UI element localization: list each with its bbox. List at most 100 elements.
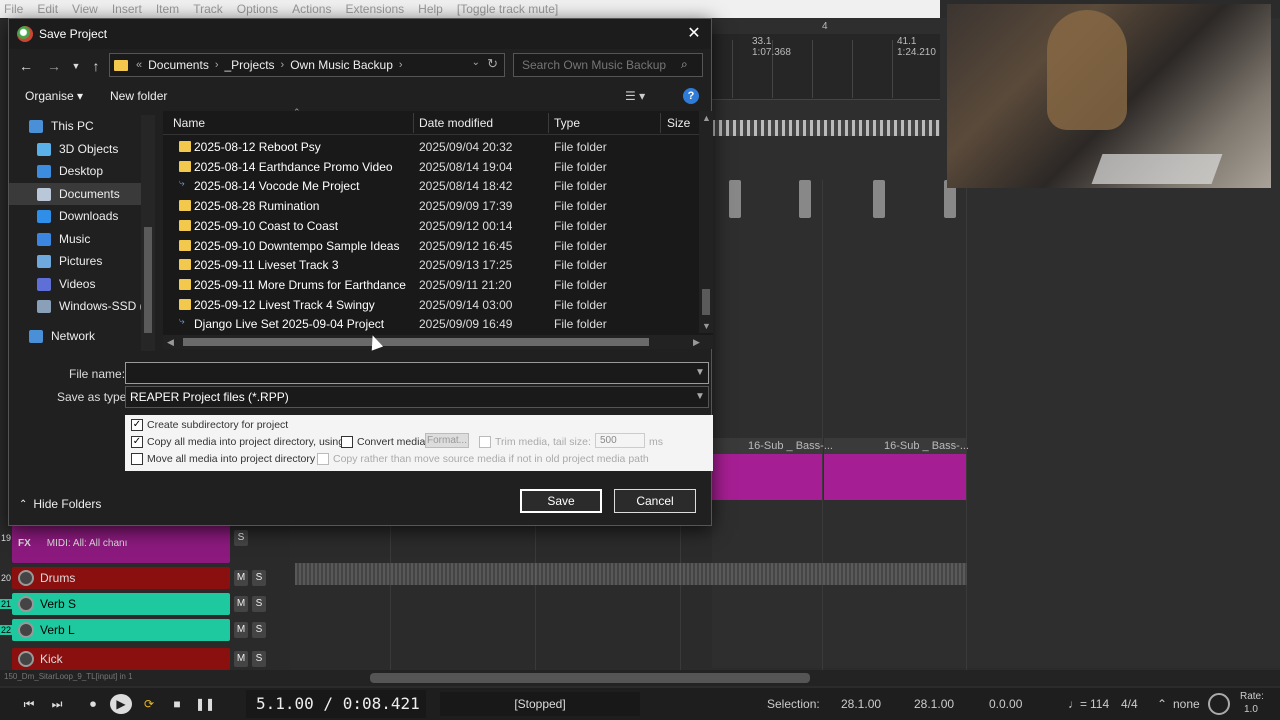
address-bar[interactable]: « Documents › _Projects › Own Music Back… xyxy=(109,53,505,77)
search-input[interactable] xyxy=(513,53,703,77)
play-icon[interactable]: ▶ xyxy=(110,694,132,714)
mute-button[interactable]: M xyxy=(234,651,248,667)
cancel-button[interactable]: Cancel xyxy=(614,489,696,513)
nav-item-network[interactable]: Network xyxy=(9,325,147,347)
forward-arrow-icon[interactable]: → xyxy=(45,57,63,75)
snap-setting[interactable]: none xyxy=(1173,697,1200,711)
menu-item[interactable]: Track xyxy=(193,2,223,16)
menu-item[interactable]: Edit xyxy=(37,2,58,16)
checkbox-checked[interactable]: ✓ xyxy=(131,419,143,431)
timecode-display[interactable]: 5.1.00 / 0:08.421 xyxy=(246,690,426,718)
dialog-titlebar[interactable]: Save Project ✕ xyxy=(9,19,711,49)
help-icon[interactable]: ? xyxy=(683,88,699,104)
copy-media-option[interactable]: ✓ Copy all media into project directory, … xyxy=(131,436,347,448)
file-row[interactable]: 2025-09-10 Coast to Coast 2025/09/12 00:1… xyxy=(163,216,699,236)
save-type-dropdown-icon[interactable]: ▼ xyxy=(695,391,705,402)
menu-item[interactable]: Insert xyxy=(112,2,142,16)
track-verb-s[interactable]: 21 Verb S M S xyxy=(0,592,290,616)
nav-item-videos[interactable]: Videos xyxy=(9,273,147,295)
record-arm-icon[interactable] xyxy=(18,622,34,638)
create-subdir-option[interactable]: ✓ Create subdirectory for project xyxy=(131,419,288,431)
file-row[interactable]: 2025-08-14 Earthdance Promo Video 2025/08… xyxy=(163,157,699,177)
file-name-dropdown-icon[interactable]: ▼ xyxy=(695,367,705,378)
snap-icon[interactable]: ⌃ xyxy=(1157,697,1167,711)
column-size[interactable]: Size xyxy=(667,116,690,130)
file-row[interactable]: ⤷ Django Live Set 2025-09-04 Project 2025/… xyxy=(163,314,699,334)
column-name[interactable]: Name xyxy=(173,116,205,130)
track-verb-l[interactable]: 22 Verb L M S xyxy=(0,618,290,642)
media-item[interactable] xyxy=(799,180,811,218)
pause-icon[interactable]: ❚❚ xyxy=(194,694,216,714)
menu-item[interactable]: Extensions xyxy=(345,2,404,16)
address-dropdown-icon[interactable]: ⌄ xyxy=(472,57,480,68)
midi-input-select[interactable]: MIDI: All: All chanı xyxy=(47,538,128,549)
file-row[interactable]: ⤷ 2025-08-14 Vocode Me Project 2025/08/14 … xyxy=(163,176,699,196)
menu-item[interactable]: Item xyxy=(156,2,179,16)
go-to-end-icon[interactable]: ⏭ xyxy=(46,694,68,714)
mute-button[interactable]: M xyxy=(234,570,248,586)
column-type[interactable]: Type xyxy=(554,116,580,130)
checkbox-checked[interactable]: ✓ xyxy=(131,436,143,448)
track-kick[interactable]: Kick M S xyxy=(0,647,290,671)
solo-button[interactable]: S xyxy=(252,596,266,612)
menu-item[interactable]: [Toggle track mute] xyxy=(457,2,558,16)
menu-item[interactable]: Actions xyxy=(292,2,331,16)
nav-scrollbar[interactable] xyxy=(141,115,155,351)
save-button[interactable]: Save xyxy=(520,489,602,513)
file-row[interactable]: 2025-09-10 Downtempo Sample Ideas 2025/09… xyxy=(163,236,699,256)
stop-icon[interactable]: ■ xyxy=(166,694,188,714)
solo-button[interactable]: S xyxy=(252,651,266,667)
record-arm-icon[interactable] xyxy=(18,651,34,667)
refresh-icon[interactable]: ↻ xyxy=(487,56,498,72)
overflow-icon[interactable]: « xyxy=(136,59,142,71)
column-date-modified[interactable]: Date modified xyxy=(419,116,493,130)
record-arm-icon[interactable] xyxy=(18,570,34,586)
selection-end[interactable]: 28.1.00 xyxy=(914,697,954,711)
hide-folders-button[interactable]: ⌃ Hide Folders xyxy=(19,497,101,511)
solo-button[interactable]: S xyxy=(234,530,248,546)
file-row[interactable]: 2025-09-11 More Drums for Earthdance 2025… xyxy=(163,275,699,295)
file-row[interactable]: 2025-09-11 Liveset Track 3 2025/09/13 17:… xyxy=(163,255,699,275)
file-name-input[interactable] xyxy=(125,362,709,384)
solo-button[interactable]: S xyxy=(252,622,266,638)
fx-button[interactable]: FX xyxy=(18,538,31,549)
convert-media-option[interactable]: Convert media xyxy=(341,436,425,448)
rate-knob-icon[interactable] xyxy=(1208,693,1230,715)
search-icon[interactable]: ⌕ xyxy=(681,57,688,72)
view-options-icon[interactable]: ☰ ▾ xyxy=(625,89,645,103)
mute-button[interactable]: M xyxy=(234,622,248,638)
file-row[interactable]: 2025-09-12 Livest Track 4 Swingy 2025/09/… xyxy=(163,295,699,315)
breadcrumb-documents[interactable]: Documents xyxy=(148,58,209,72)
media-item[interactable] xyxy=(729,180,741,218)
loop-icon[interactable]: ⟳ xyxy=(138,694,160,714)
close-icon[interactable]: ✕ xyxy=(683,23,705,45)
nav-item-this-pc[interactable]: This PC xyxy=(9,115,147,137)
nav-item-desktop[interactable]: Desktop xyxy=(9,160,147,182)
breadcrumb-projects[interactable]: _Projects xyxy=(225,58,275,72)
file-list-hscrollbar[interactable]: ◀ ▶ xyxy=(163,335,713,349)
arrange-hscrollbar[interactable]: 150_Dm_SitarLoop_9_TL[input] in 1 xyxy=(0,670,1280,686)
file-row[interactable]: 2025-08-28 Rumination 2025/09/09 17:39 Fil… xyxy=(163,196,699,216)
selection-length[interactable]: 0.0.00 xyxy=(989,697,1022,711)
track-19[interactable]: 19 FX MIDI: All: All chanı S xyxy=(0,523,290,563)
mute-button[interactable]: M xyxy=(234,596,248,612)
menu-item[interactable]: Help xyxy=(418,2,443,16)
solo-button[interactable]: S xyxy=(252,570,266,586)
selection-start[interactable]: 28.1.00 xyxy=(841,697,881,711)
back-arrow-icon[interactable]: ← xyxy=(17,57,35,75)
go-to-start-icon[interactable]: ⏮ xyxy=(18,694,40,714)
new-folder-button[interactable]: New folder xyxy=(110,89,167,103)
checkbox-unchecked[interactable] xyxy=(131,453,143,465)
rate-value[interactable]: 1.0 xyxy=(1244,704,1258,715)
checkbox-unchecked[interactable] xyxy=(341,436,353,448)
media-item[interactable] xyxy=(873,180,885,218)
move-media-option[interactable]: Move all media into project directory xyxy=(131,453,315,465)
track-drums[interactable]: 20 Drums M S xyxy=(0,566,290,590)
save-type-select[interactable]: REAPER Project files (*.RPP) xyxy=(125,386,709,408)
timeline-ruler[interactable]: 4 33.1 1:07.368 41.1 1:24.210 xyxy=(712,21,940,100)
nav-item-3d-objects[interactable]: 3D Objects xyxy=(9,138,147,160)
file-row[interactable]: 2025-08-12 Reboot Psy 2025/09/04 20:32 Fil… xyxy=(163,137,699,157)
nav-item-pictures[interactable]: Pictures xyxy=(9,250,147,272)
nav-item-windows-ssd-c[interactable]: Windows-SSD (C xyxy=(9,295,147,317)
menu-item[interactable]: Options xyxy=(237,2,278,16)
